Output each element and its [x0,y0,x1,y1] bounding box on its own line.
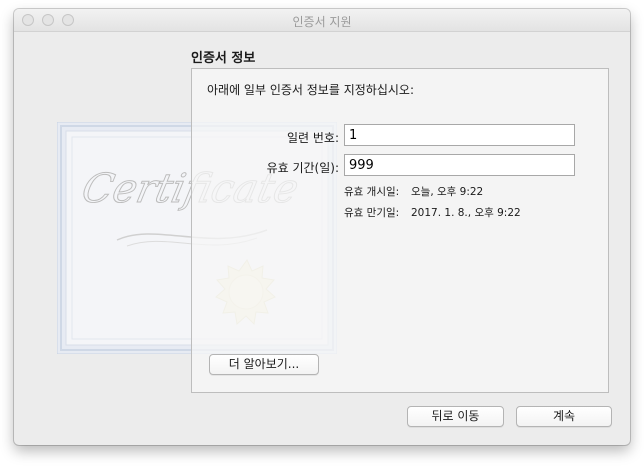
validity-start-label: 유효 개시일: [344,186,400,198]
serial-number-input[interactable] [344,124,575,146]
validity-period-input[interactable] [344,154,575,176]
validity-period-label: 유효 기간(일): [266,161,339,175]
continue-button[interactable]: 계속 [516,406,612,427]
serial-number-label: 일련 번호: [286,131,339,145]
certificate-assistant-window: 인증서 지원 Certificate 인증서 정보 아래에 일부 인증서 정보를… [14,9,630,445]
section-title: 인증서 정보 [191,51,256,66]
title-bar: 인증서 지원 [14,9,630,32]
window-title: 인증서 지원 [292,15,352,29]
validity-end-value: 2017. 1. 8., 오후 9:22 [411,207,521,219]
validity-end-label: 유효 만기일: [344,207,400,219]
content-panel [191,68,609,393]
go-back-button[interactable]: 뒤로 이동 [407,406,504,427]
learn-more-button[interactable]: 더 알아보기... [209,354,319,375]
instructions-text: 아래에 일부 인증서 정보를 지정하십시오: [207,83,414,97]
validity-start-value: 오늘, 오후 9:22 [411,186,484,198]
